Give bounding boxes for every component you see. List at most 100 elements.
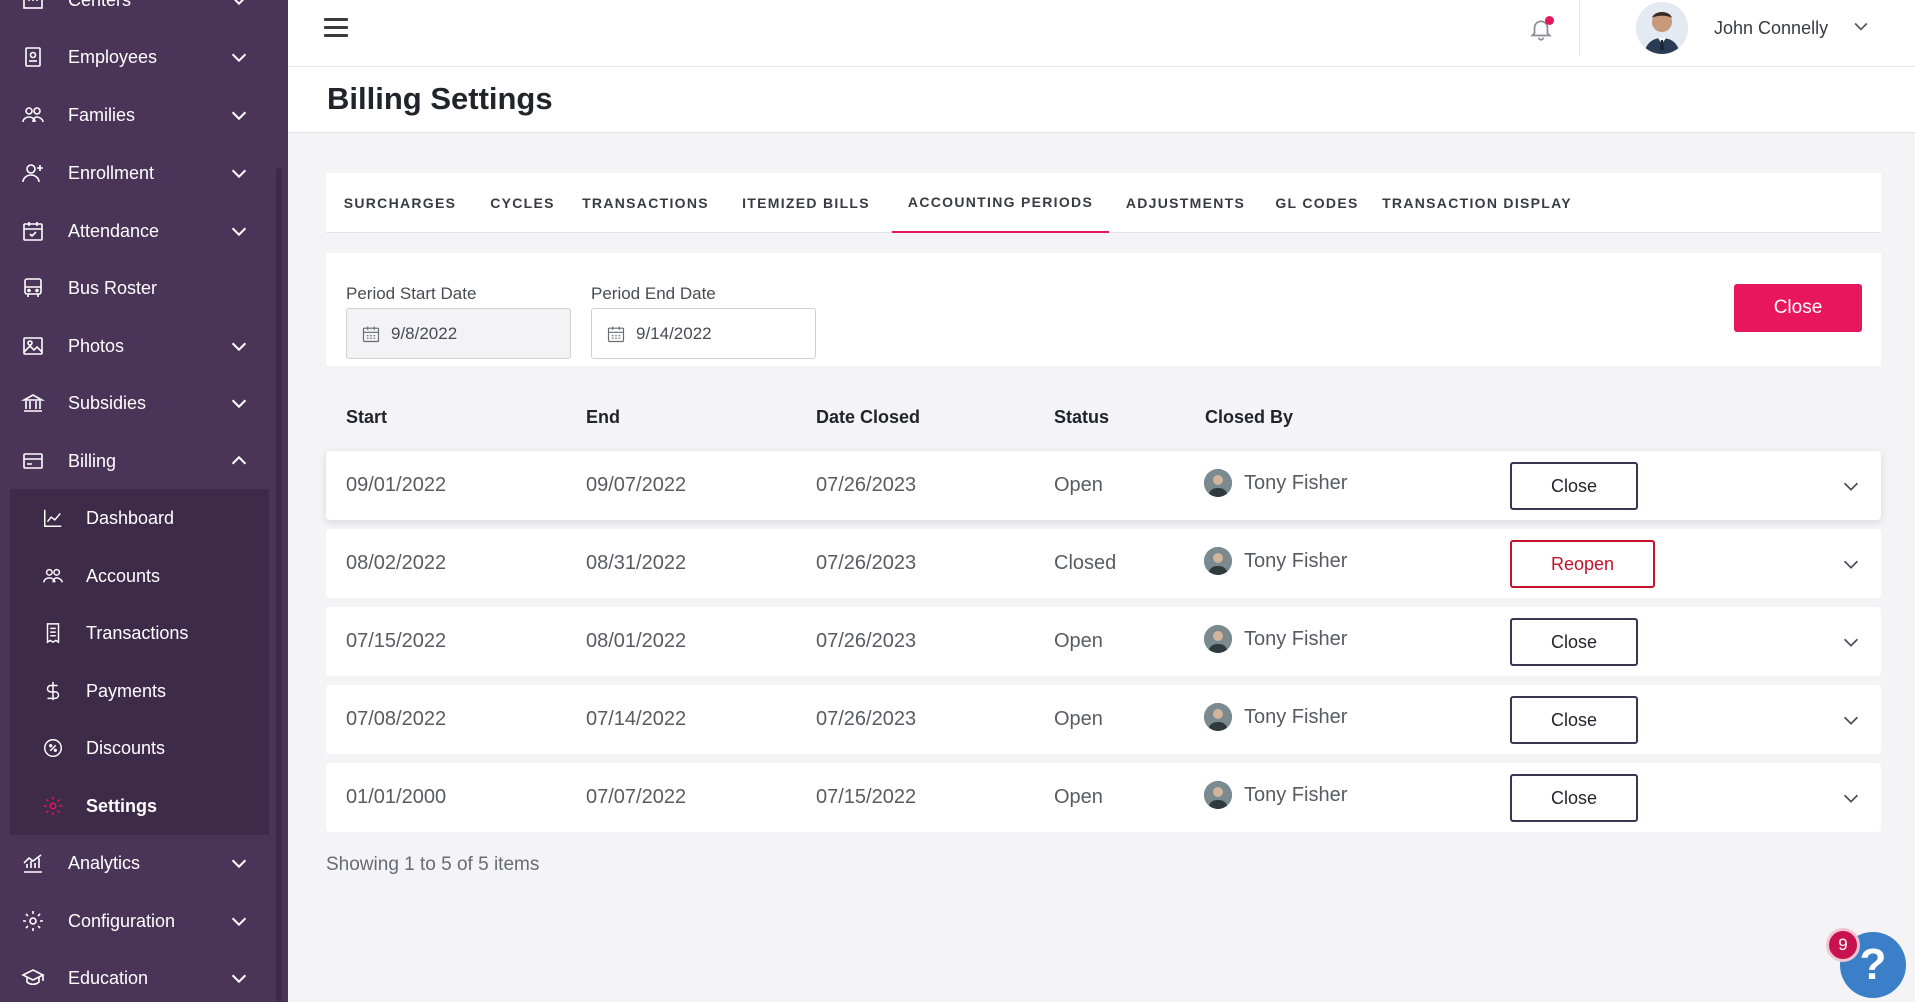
cell-status: Open <box>1054 630 1103 652</box>
sidebar-subitem-transactions[interactable]: Transactions <box>10 610 269 656</box>
sidebar: Centers Employees Families Enrollment At… <box>0 0 288 1002</box>
people-icon <box>20 102 46 128</box>
hamburger-menu-icon[interactable] <box>324 18 348 40</box>
chevron-down-icon <box>228 220 250 242</box>
sidebar-subitem-payments[interactable]: Payments <box>10 668 269 714</box>
cell-start: 09/01/2022 <box>346 474 447 496</box>
table-row[interactable]: 01/01/2000 07/07/2022 07/15/2022 Open To… <box>326 763 1881 832</box>
sidebar-subitem-dashboard[interactable]: Dashboard <box>10 495 269 541</box>
pagination-summary: Showing 1 to 5 of 5 items <box>326 854 540 875</box>
sidebar-item-label: Bus Roster <box>68 277 158 298</box>
percent-icon <box>40 735 66 761</box>
chevron-down-icon[interactable] <box>1851 16 1871 36</box>
row-close-button[interactable]: Close <box>1510 774 1638 822</box>
page-header: Billing Settings <box>288 67 1915 133</box>
column-header-closed-by: Closed By <box>1205 407 1294 427</box>
chevron-down-icon <box>228 852 250 874</box>
chevron-down-icon[interactable] <box>1840 631 1862 653</box>
chevron-down-icon <box>228 104 250 126</box>
tab-transactions[interactable]: TRANSACTIONS <box>571 173 720 233</box>
sidebar-subitem-label: Transactions <box>86 622 189 643</box>
sidebar-item-configuration[interactable]: Configuration <box>0 896 270 946</box>
cell-start: 07/08/2022 <box>346 708 447 730</box>
cell-date-closed: 07/26/2023 <box>816 474 917 496</box>
settings-tabs: SURCHARGES CYCLES TRANSACTIONS ITEMIZED … <box>326 173 1881 233</box>
cell-closed-by: Tony Fisher <box>1204 625 1347 653</box>
sidebar-scrollbar[interactable] <box>276 168 282 1002</box>
cell-closed-by: Tony Fisher <box>1204 547 1347 575</box>
sidebar-item-photos[interactable]: Photos <box>0 321 270 371</box>
tab-cycles[interactable]: CYCLES <box>474 173 571 233</box>
period-end-value: 9/14/2022 <box>636 323 712 343</box>
tab-transaction-display[interactable]: TRANSACTION DISPLAY <box>1372 173 1582 233</box>
period-start-input[interactable]: 9/8/2022 <box>346 308 571 359</box>
chevron-down-icon <box>228 162 250 184</box>
chevron-down-icon <box>228 392 250 414</box>
avatar <box>1204 625 1232 653</box>
chevron-down-icon <box>228 0 250 11</box>
row-close-button[interactable]: Close <box>1510 696 1638 744</box>
sidebar-subitem-label: Settings <box>86 795 158 816</box>
cell-closed-by: Tony Fisher <box>1204 703 1347 731</box>
row-close-button[interactable]: Close <box>1510 618 1638 666</box>
sidebar-item-label: Subsidies <box>68 392 147 413</box>
table-row[interactable]: 08/02/2022 08/31/2022 07/26/2023 Closed … <box>326 529 1881 598</box>
receipt-icon <box>40 620 66 646</box>
sidebar-item-enrollment[interactable]: Enrollment <box>0 148 270 198</box>
sidebar-item-label: Photos <box>68 335 125 356</box>
chevron-down-icon[interactable] <box>1840 787 1862 809</box>
sidebar-item-analytics[interactable]: Analytics <box>0 838 270 888</box>
divider <box>1579 0 1580 56</box>
close-period-button[interactable]: Close <box>1734 284 1862 332</box>
cell-date-closed: 07/26/2023 <box>816 552 917 574</box>
bell-icon[interactable] <box>1528 16 1554 42</box>
sidebar-subitem-discounts[interactable]: Discounts <box>10 725 269 771</box>
sidebar-item-label: Configuration <box>68 910 176 931</box>
tab-itemized-bills[interactable]: ITEMIZED BILLS <box>720 173 892 233</box>
image-icon <box>20 333 46 359</box>
sidebar-subitem-label: Payments <box>86 680 167 701</box>
period-end-input[interactable]: 9/14/2022 <box>591 308 816 359</box>
sidebar-item-subsidies[interactable]: Subsidies <box>0 378 270 428</box>
user-name[interactable]: John Connelly <box>1714 18 1828 39</box>
calendar-icon <box>361 324 381 344</box>
sidebar-item-label: Analytics <box>68 852 141 873</box>
building-icon <box>20 0 46 13</box>
chevron-down-icon[interactable] <box>1840 553 1862 575</box>
sidebar-item-education[interactable]: Education <box>0 953 270 1002</box>
badge-icon <box>20 44 46 70</box>
sidebar-item-label: Attendance <box>68 220 160 241</box>
sidebar-subitem-settings[interactable]: Settings <box>10 783 269 829</box>
chevron-down-icon <box>228 46 250 68</box>
tab-adjustments[interactable]: ADJUSTMENTS <box>1109 173 1262 233</box>
avatar[interactable] <box>1636 2 1688 54</box>
sidebar-subitem-accounts[interactable]: Accounts <box>10 553 269 599</box>
calendar-icon <box>606 324 626 344</box>
row-close-button[interactable]: Close <box>1510 462 1638 510</box>
cell-date-closed: 07/26/2023 <box>816 630 917 652</box>
table-row[interactable]: 07/08/2022 07/14/2022 07/26/2023 Open To… <box>326 685 1881 754</box>
period-end-label: Period End Date <box>591 284 716 303</box>
sidebar-item-employees[interactable]: Employees <box>0 32 270 82</box>
table-row[interactable]: 09/01/2022 09/07/2022 07/26/2023 Open To… <box>326 451 1881 520</box>
gear-icon <box>40 793 66 819</box>
sidebar-item-centers[interactable]: Centers <box>0 0 270 25</box>
sidebar-item-attendance[interactable]: Attendance <box>0 206 270 256</box>
credit-card-icon <box>20 448 46 474</box>
chevron-down-icon[interactable] <box>1840 475 1862 497</box>
help-badge-count: 9 <box>1826 928 1860 962</box>
tab-accounting-periods[interactable]: ACCOUNTING PERIODS <box>892 173 1109 233</box>
tab-surcharges[interactable]: SURCHARGES <box>326 173 474 233</box>
sidebar-item-bus-roster[interactable]: Bus Roster <box>0 263 270 313</box>
sidebar-item-billing[interactable]: Billing <box>0 436 270 486</box>
cell-start: 08/02/2022 <box>346 552 447 574</box>
avatar <box>1204 781 1232 809</box>
cell-end: 09/07/2022 <box>586 474 687 496</box>
row-reopen-button[interactable]: Reopen <box>1510 540 1655 588</box>
sidebar-item-families[interactable]: Families <box>0 90 270 140</box>
table-row[interactable]: 07/15/2022 08/01/2022 07/26/2023 Open To… <box>326 607 1881 676</box>
chevron-down-icon[interactable] <box>1840 709 1862 731</box>
cell-end: 07/14/2022 <box>586 708 687 730</box>
column-header-status: Status <box>1054 407 1110 427</box>
tab-gl-codes[interactable]: GL CODES <box>1262 173 1372 233</box>
